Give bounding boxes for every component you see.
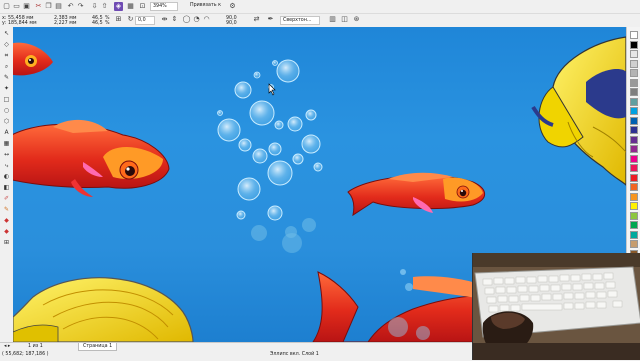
palette-swatch[interactable] [630, 50, 638, 58]
copy-icon[interactable]: ❐ [44, 2, 53, 11]
cut-icon[interactable]: ✂ [34, 2, 43, 11]
zoom-select[interactable]: 394% [150, 2, 178, 11]
palette-swatch[interactable] [630, 116, 638, 125]
redo-icon[interactable]: ↷ [76, 2, 85, 11]
open-icon[interactable]: ▭ [12, 2, 21, 11]
palette-swatch[interactable] [630, 221, 638, 229]
polygon-tool-icon[interactable]: ⬡ [2, 117, 11, 126]
import-icon[interactable]: ⇩ [90, 2, 99, 11]
property-bar: ▢ ▭ ▣ ✂ ❐ ▤ ↶ ↷ ⇩ ⇧ ◈ ▦ ⊡ 394% Привязать… [0, 0, 640, 28]
outline-pen-icon[interactable]: ✒ [266, 15, 275, 24]
interactive-fill-icon[interactable]: ◆ [2, 227, 11, 236]
palette-swatch[interactable] [630, 59, 638, 68]
fill-tool-icon[interactable]: ◆ [2, 216, 11, 225]
direction-icon[interactable]: ⇄ [252, 15, 261, 24]
palette-swatch[interactable] [630, 107, 638, 115]
coreldraw-window: ▢ ▭ ▣ ✂ ❐ ▤ ↶ ↷ ⇩ ⇧ ◈ ▦ ⊡ 394% Привязать… [0, 0, 640, 361]
zoom-tool-icon[interactable]: ⌕ [2, 62, 11, 71]
dimension-tool-icon[interactable]: ↔ [2, 150, 11, 159]
red-fish-left[interactable] [13, 119, 170, 197]
palette-swatch[interactable] [630, 192, 638, 201]
toolbox: ↖ ◇ ⌗ ⌕ ✎ ✦ □ ○ ⬡ A ▦ ↔ ⤷ ◐ ◧ ✐ ✎ ◆ ◆ ⊞ [0, 27, 14, 342]
lock-ratio-icon[interactable]: ⊞ [114, 15, 123, 24]
standard-toolbar: ▢ ▭ ▣ ✂ ❐ ▤ ↶ ↷ ⇩ ⇧ ◈ ▦ ⊡ 394% Привязать… [0, 0, 640, 13]
ellipse-mode-icon[interactable]: ◯ [182, 15, 191, 24]
palette-swatch[interactable] [630, 211, 638, 220]
save-icon[interactable]: ▣ [22, 2, 31, 11]
transparency-tool-icon[interactable]: ◧ [2, 183, 11, 192]
outline-width-select[interactable]: Сверхтон... [280, 16, 320, 25]
palette-swatch[interactable] [630, 126, 638, 134]
palette-swatch[interactable] [630, 78, 638, 87]
palette-swatch[interactable] [630, 135, 638, 144]
page-nav-controls[interactable]: ◂ ▸ [4, 343, 10, 350]
table-tool-icon[interactable]: ▦ [2, 139, 11, 148]
cursor-coordinates: ( 55,682; 187,186 ) [2, 352, 49, 357]
corel-launcher-icon[interactable]: ◈ [114, 2, 123, 11]
outline-tool-icon[interactable]: ✎ [2, 205, 11, 214]
page-counter: 1 из 1 [28, 344, 43, 349]
palette-swatch[interactable] [630, 183, 638, 191]
palette-swatch[interactable] [630, 88, 638, 96]
yellow-fish-bottom-left[interactable] [13, 277, 194, 342]
undo-icon[interactable]: ↶ [66, 2, 75, 11]
smart-fill-icon[interactable]: ✦ [2, 84, 11, 93]
welcome-icon[interactable]: ▦ [126, 2, 135, 11]
red-fish-right[interactable] [347, 172, 486, 217]
export-icon[interactable]: ⇧ [100, 2, 109, 11]
selection-info: Эллипс вкл. Слой 1 [270, 352, 319, 357]
rectangle-tool-icon[interactable]: □ [2, 95, 11, 104]
webcam-overlay [472, 253, 640, 360]
pick-tool-icon[interactable]: ↖ [2, 29, 11, 38]
palette-swatch[interactable] [630, 164, 638, 172]
palette-swatch[interactable] [630, 31, 638, 39]
blend-tool-icon[interactable]: ◐ [2, 172, 11, 181]
eyedropper-tool-icon[interactable]: ✐ [2, 194, 11, 203]
palette-swatch[interactable] [630, 69, 638, 77]
palette-swatch[interactable] [630, 240, 638, 248]
page-tab[interactable]: Страница 1 [78, 343, 118, 351]
options-icon[interactable]: ⚙ [228, 2, 237, 11]
palette-swatch[interactable] [630, 40, 638, 49]
palette-swatch[interactable] [630, 202, 638, 210]
red-fish-top-left[interactable] [13, 42, 53, 76]
wrap-text-icon[interactable]: ▥ [328, 15, 337, 24]
convert-curves-icon[interactable]: ⊛ [352, 15, 361, 24]
ellipse-tool-icon[interactable]: ○ [2, 106, 11, 115]
palette-swatch[interactable] [630, 230, 638, 239]
property-toolbar: x: 55,458 мм y: 185,844 мм 2,383 мм 2,22… [0, 13, 640, 27]
palette-swatch[interactable] [630, 154, 638, 163]
crop-tool-icon[interactable]: ⌗ [2, 51, 11, 60]
shape-tool-icon[interactable]: ◇ [2, 40, 11, 49]
mirror-h-icon[interactable]: ⇹ [160, 15, 169, 24]
rotation-field[interactable]: 0,0 [135, 16, 155, 25]
mesh-fill-icon[interactable]: ⊞ [2, 238, 11, 247]
rotation-icon[interactable]: ↻ [126, 15, 135, 24]
paste-icon[interactable]: ▤ [54, 2, 63, 11]
palette-swatch[interactable] [630, 145, 638, 153]
mirror-v-icon[interactable]: ⇕ [170, 15, 179, 24]
webcam-image [473, 253, 640, 360]
connector-tool-icon[interactable]: ⤷ [2, 161, 11, 170]
palette-swatch[interactable] [630, 97, 638, 106]
pie-mode-icon[interactable]: ◔ [192, 15, 201, 24]
snap-to-menu[interactable]: Привязать к [190, 2, 221, 10]
palette-swatch[interactable] [630, 173, 638, 182]
to-front-icon[interactable]: ◫ [340, 15, 349, 24]
full-screen-icon[interactable]: ⊡ [138, 2, 147, 11]
yellow-fish-top-right[interactable] [531, 36, 626, 186]
text-tool-icon[interactable]: A [2, 128, 11, 137]
arc-mode-icon[interactable]: ◠ [202, 15, 211, 24]
new-doc-icon[interactable]: ▢ [2, 2, 11, 11]
freehand-tool-icon[interactable]: ✎ [2, 73, 11, 82]
